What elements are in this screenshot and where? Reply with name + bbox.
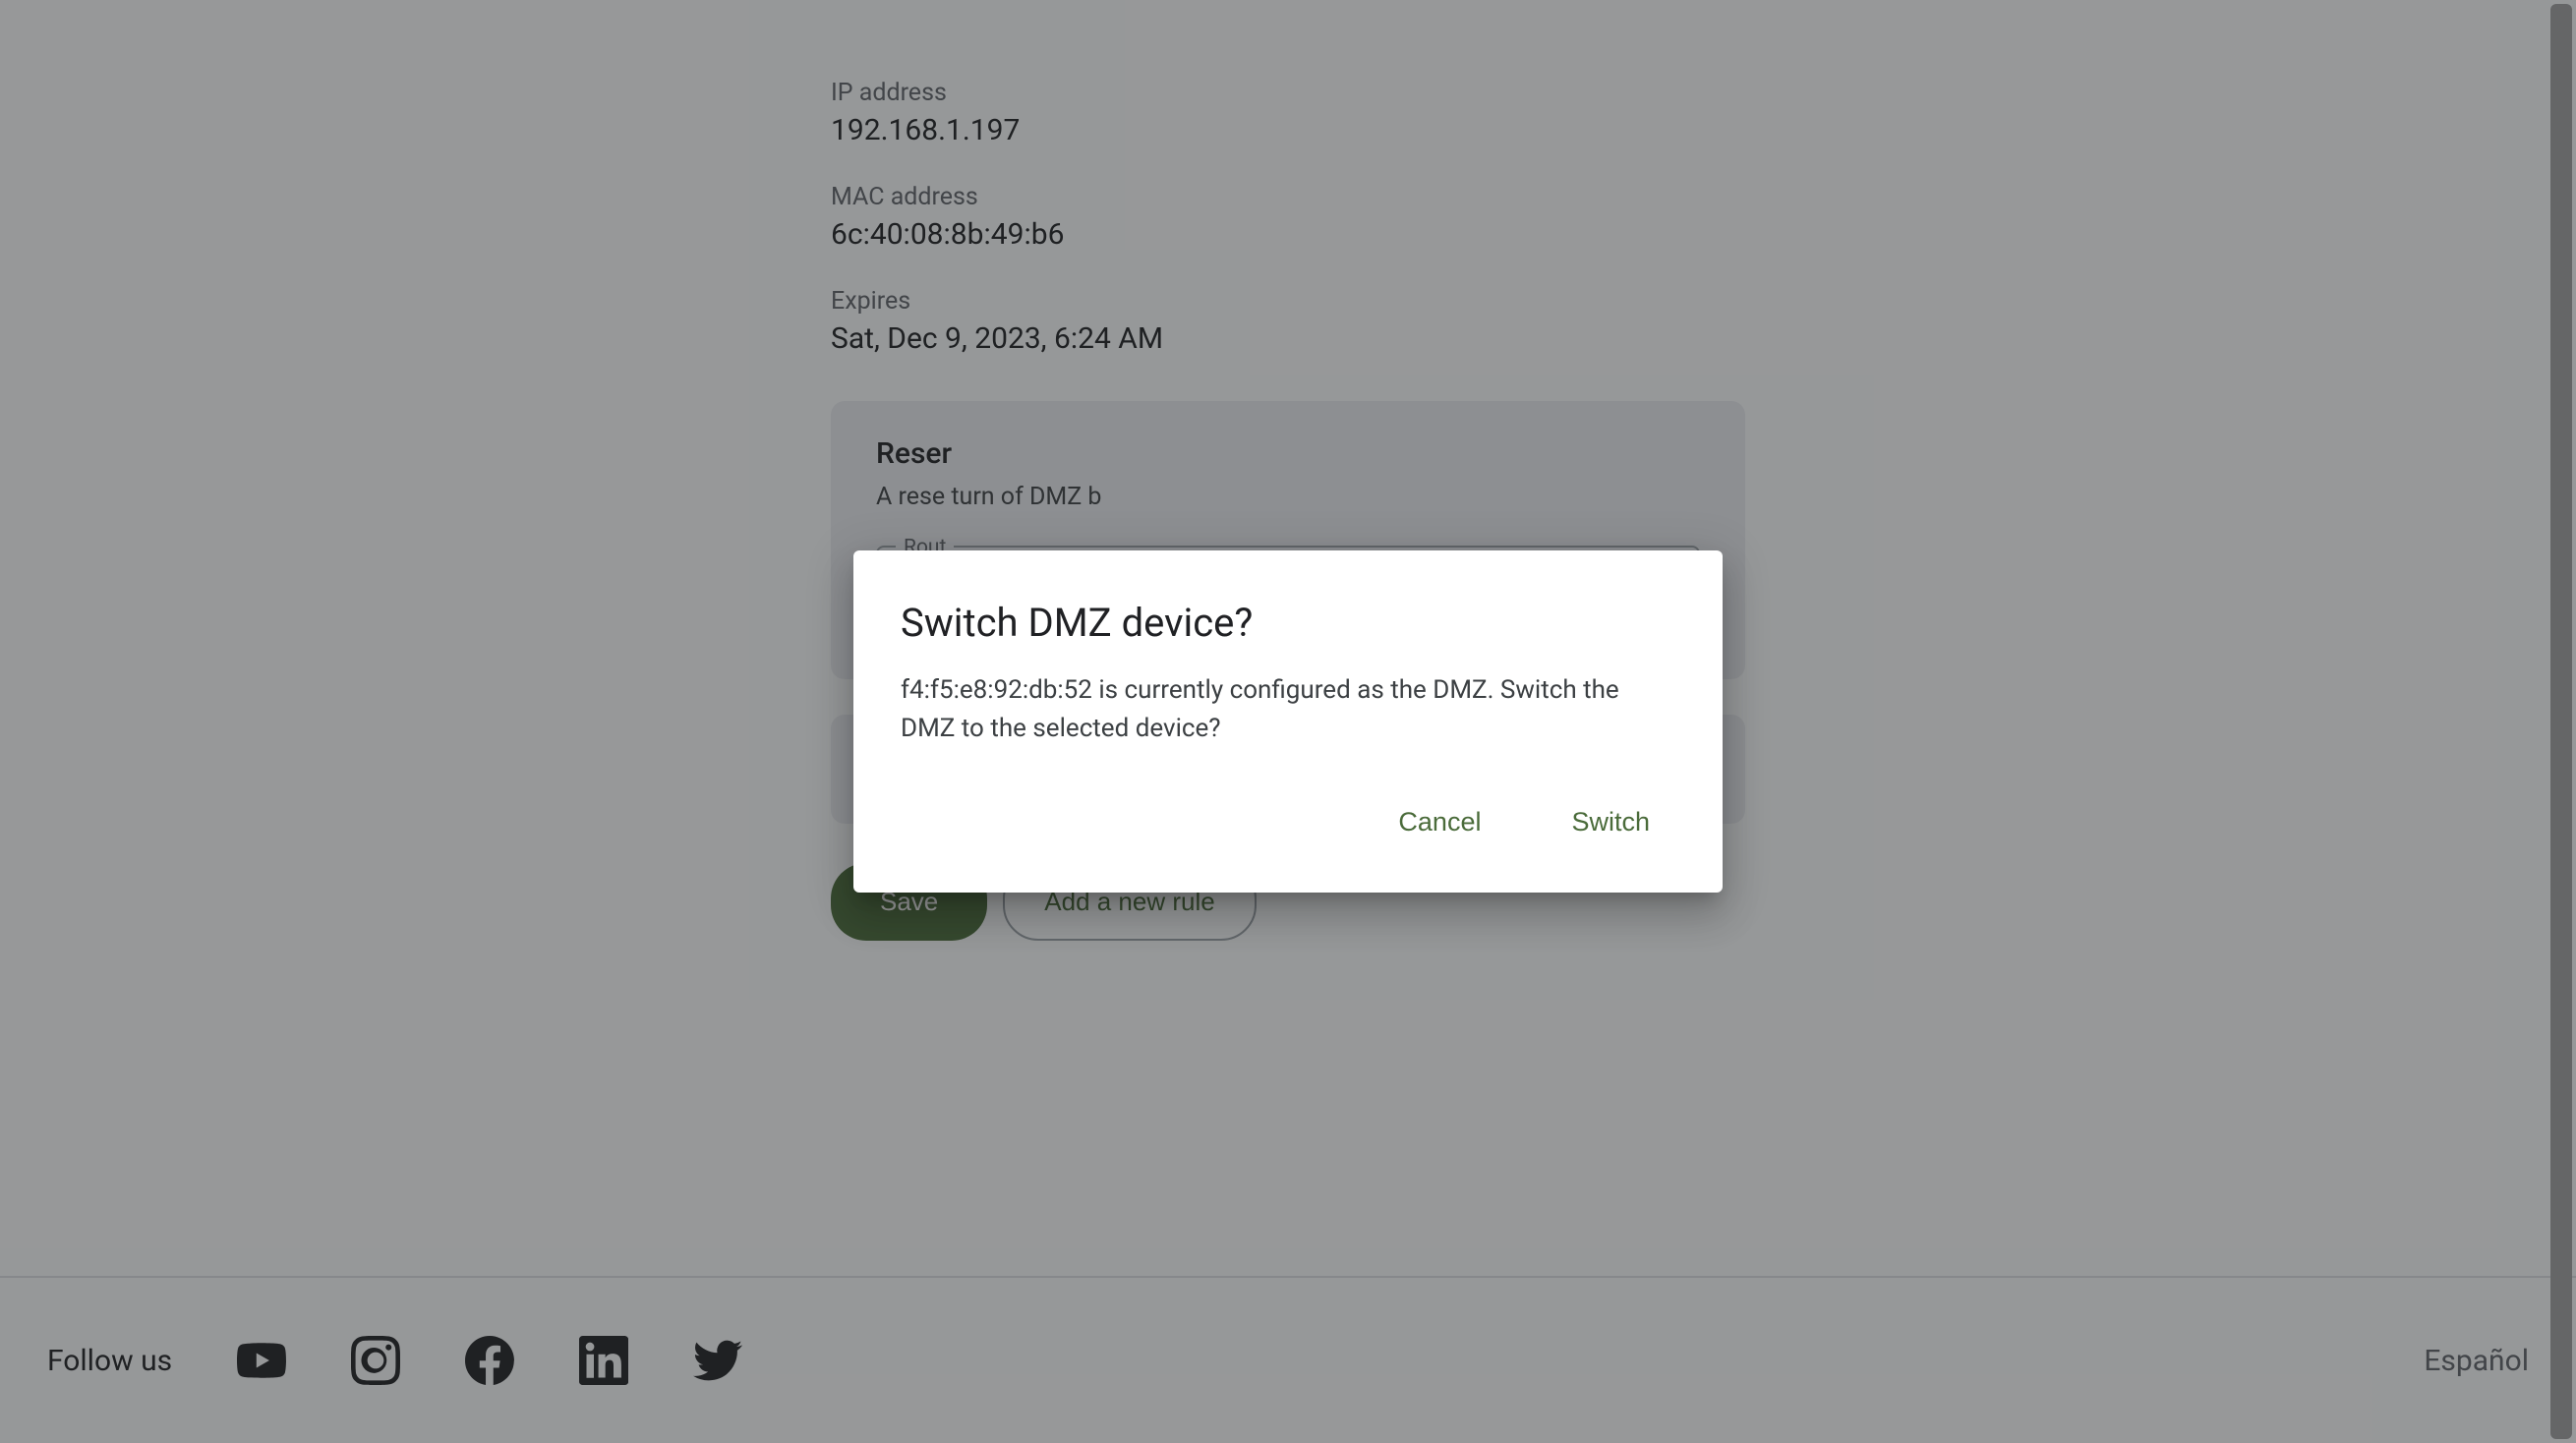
dialog-body: f4:f5:e8:92:db:52 is currently configure… [901,671,1675,748]
switch-button[interactable]: Switch [1555,797,1666,847]
dialog-title: Switch DMZ device? [901,600,1675,646]
modal-overlay[interactable]: Switch DMZ device? f4:f5:e8:92:db:52 is … [0,0,2576,1443]
dialog-actions: Cancel Switch [901,797,1675,847]
cancel-button[interactable]: Cancel [1382,797,1496,847]
switch-dmz-dialog: Switch DMZ device? f4:f5:e8:92:db:52 is … [853,550,1723,893]
